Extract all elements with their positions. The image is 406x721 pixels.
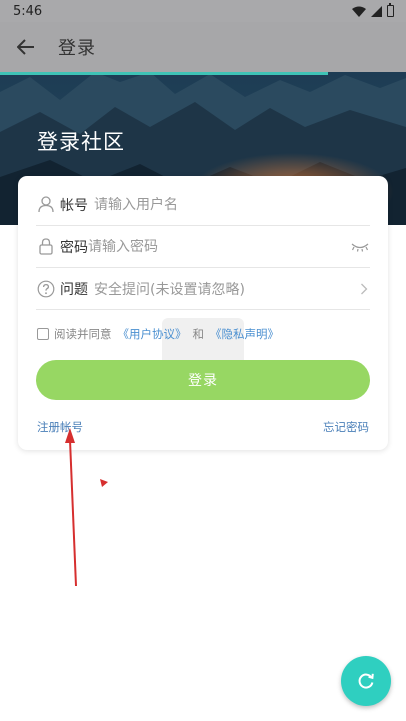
annotation-overlay <box>65 428 108 587</box>
refresh-fab[interactable] <box>341 656 391 706</box>
annotation-arrow <box>65 428 77 587</box>
login-screen: 5:46 登录 登录社区 帐号 请输入用户名 密码 问题 安全提问(未设置请忽略… <box>0 0 406 721</box>
annotation-marker <box>100 479 108 487</box>
refresh-icon <box>358 673 374 689</box>
